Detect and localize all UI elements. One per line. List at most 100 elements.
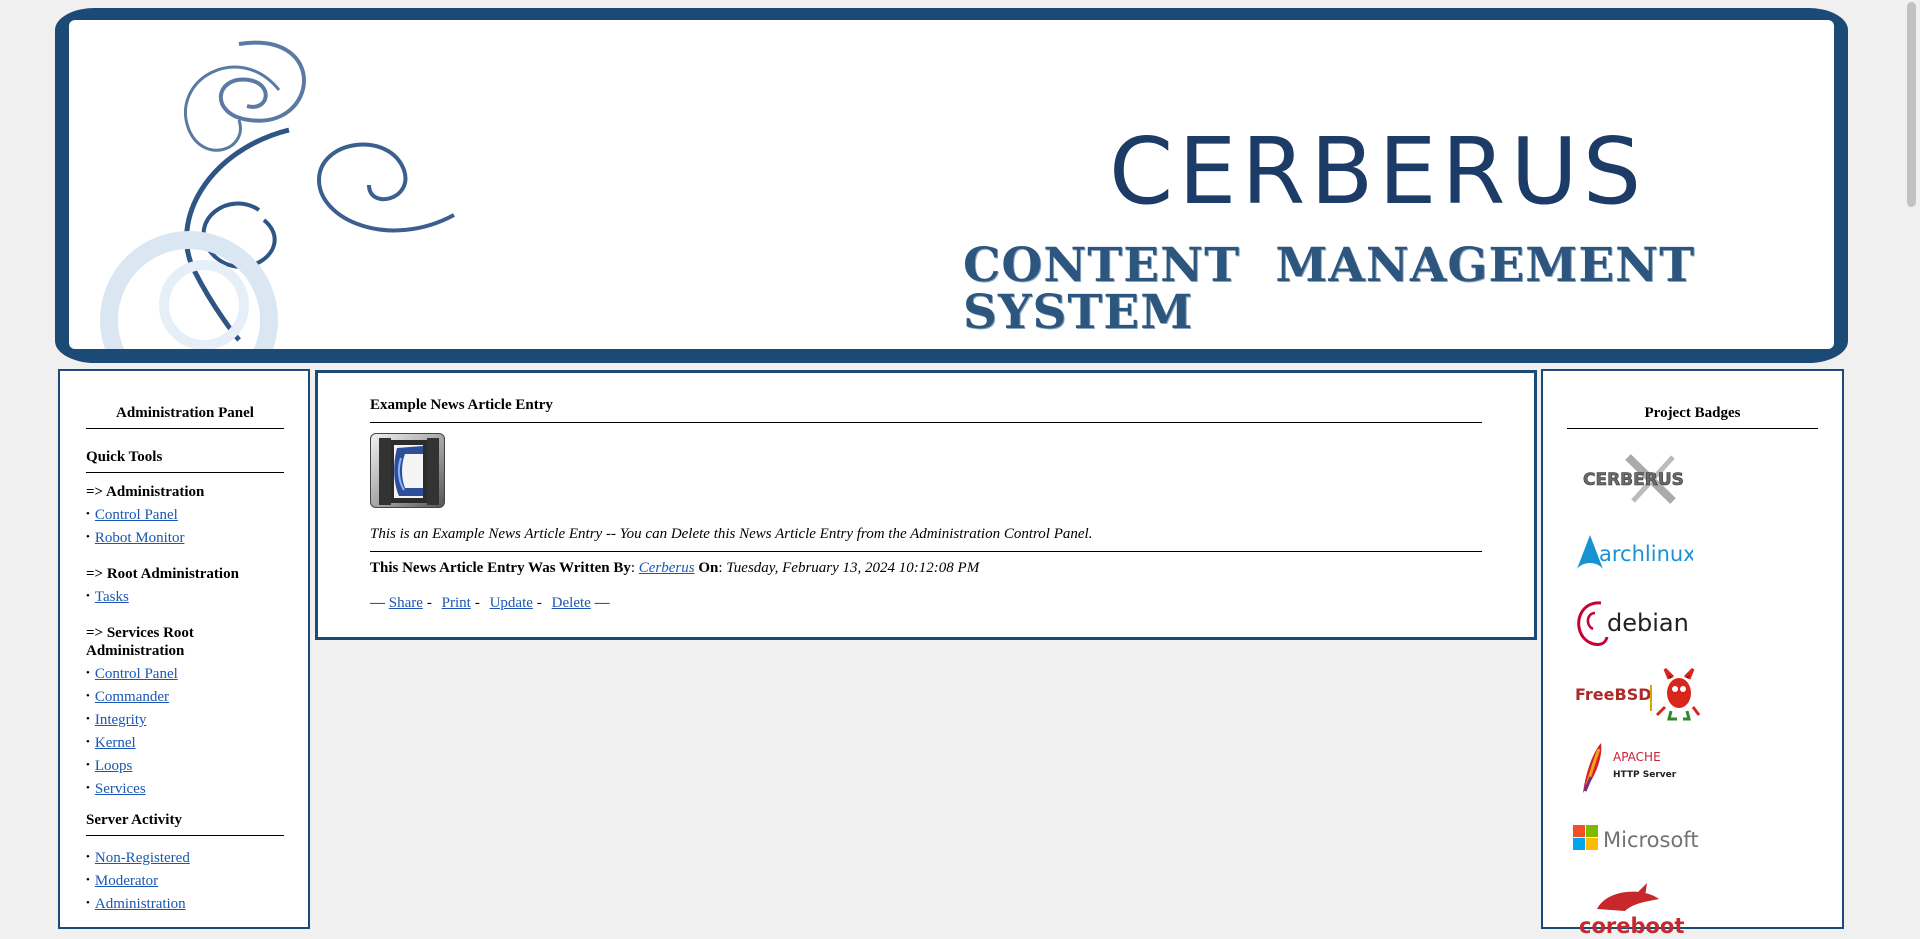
bullet-icon: • — [86, 590, 90, 602]
list-item: • Control Panel — [86, 503, 284, 526]
list-item: • Moderator — [86, 869, 284, 892]
link-services[interactable]: Services — [95, 781, 146, 797]
badge-text: CERBERUS — [1583, 470, 1684, 490]
list-item: • Commander — [86, 685, 284, 708]
cerberus-badge-icon: CERBERUS — [1583, 454, 1684, 504]
cerberus-c-icon — [370, 433, 445, 508]
link-list: • Control Panel • Commander • Integrity • Ke… — [86, 662, 284, 800]
group-services-root-administration: => Services Root Administration • Control… — [86, 624, 284, 800]
bullet-icon: • — [86, 736, 90, 748]
link-list: • Tasks — [86, 585, 284, 608]
list-item: • Administration — [86, 892, 284, 915]
swirl-logo-icon — [100, 40, 455, 349]
microsoft-logo-icon: Microsoft — [1573, 825, 1699, 852]
project-badges-panel: Project Badges CERBERUS archlinux debian — [1541, 369, 1844, 938]
link-kernel[interactable]: Kernel — [95, 735, 136, 751]
group-title-root-administration: => Root Administration — [86, 566, 239, 582]
link-services-control-panel[interactable]: Control Panel — [95, 666, 178, 682]
article-title: Example News Article Entry — [370, 397, 1482, 423]
group-administration: => Administration • Control Panel • Robot … — [86, 483, 284, 549]
badge-freebsd[interactable]: FreeBSD — [1573, 665, 1818, 723]
coreboot-hare-icon: coreboot — [1579, 883, 1684, 938]
project-badges-title: Project Badges — [1567, 405, 1818, 429]
arch-logo-icon: archlinux — [1577, 535, 1693, 569]
link-list: • Control Panel • Robot Monitor — [86, 503, 284, 549]
bullet-icon: • — [86, 782, 90, 794]
link-moderator[interactable]: Moderator — [95, 873, 158, 889]
link-loops[interactable]: Loops — [95, 758, 133, 774]
link-robot-monitor[interactable]: Robot Monitor — [95, 530, 185, 546]
author-link[interactable]: Cerberus — [639, 560, 695, 576]
article-body: This is an Example News Article Entry --… — [370, 526, 1482, 552]
group-root-administration: => Root Administration • Tasks — [86, 565, 284, 608]
badge-text: FreeBSD — [1575, 685, 1652, 704]
link-administration[interactable]: Administration — [95, 896, 186, 912]
separator: - — [426, 595, 432, 611]
share-link[interactable]: Share — [389, 595, 423, 611]
print-link[interactable]: Print — [442, 595, 471, 611]
bullet-icon: • — [86, 713, 90, 725]
apache-feather-icon: APACHE HTTP Server — [1583, 743, 1677, 793]
badge-subtext: HTTP Server — [1613, 770, 1677, 780]
badge-archlinux[interactable]: archlinux — [1573, 521, 1818, 579]
badge-text: Microsoft — [1603, 828, 1699, 852]
freebsd-daemon-icon: FreeBSD — [1575, 667, 1701, 721]
administration-panel-title: Administration Panel — [86, 405, 284, 429]
banner-subtitle: CONTENT MANAGEMENT SYSTEM — [963, 238, 1696, 340]
link-non-registered[interactable]: Non-Registered — [95, 850, 190, 866]
server-activity-title: Server Activity — [86, 812, 284, 836]
on-label: On — [698, 560, 719, 576]
bullet-icon: • — [86, 690, 90, 702]
list-item: • Robot Monitor — [86, 526, 284, 549]
list-item: • Control Panel — [86, 662, 284, 685]
bullet-icon: • — [86, 531, 90, 543]
bullet-icon: • — [86, 874, 90, 886]
link-tasks[interactable]: Tasks — [95, 589, 129, 605]
scrollbar-thumb[interactable] — [1907, 2, 1916, 207]
link-integrity[interactable]: Integrity — [95, 712, 147, 728]
link-commander[interactable]: Commander — [95, 689, 169, 705]
bullet-icon: • — [86, 851, 90, 863]
update-link[interactable]: Update — [490, 595, 533, 611]
bullet-icon: • — [86, 667, 90, 679]
delete-link[interactable]: Delete — [552, 595, 591, 611]
list-item: • Loops — [86, 754, 284, 777]
badge-text: debian — [1607, 609, 1689, 637]
administration-panel: Administration Panel Quick Tools => Admi… — [58, 369, 310, 929]
badge-debian[interactable]: debian — [1573, 593, 1818, 651]
article-date: Tuesday, February 13, 2024 10:12:08 PM — [726, 560, 980, 576]
written-by-label: This News Article Entry Was Written By — [370, 560, 631, 576]
badge-cerberus[interactable]: CERBERUS — [1573, 449, 1818, 507]
article-meta: This News Article Entry Was Written By: … — [370, 560, 980, 576]
quick-tools-title: Quick Tools — [86, 449, 284, 473]
badge-microsoft[interactable]: Microsoft — [1573, 809, 1818, 867]
separator: - — [536, 595, 542, 611]
badge-coreboot[interactable]: coreboot — [1573, 881, 1818, 939]
group-title-services-root-administration: => Services Root Administration — [86, 625, 194, 659]
bullet-icon: • — [86, 759, 90, 771]
banner-inner: CERBERUS CONTENT MANAGEMENT SYSTEM — [69, 20, 1834, 349]
dash-left: — — [370, 595, 385, 611]
cerberus-c-icon-graphic — [379, 438, 439, 505]
debian-swirl-icon: debian — [1577, 601, 1689, 646]
news-article-panel: Example News Article Entry This is an Ex… — [315, 370, 1537, 640]
scrollbar[interactable] — [1903, 0, 1920, 913]
list-item: • Kernel — [86, 731, 284, 754]
banner-title: CERBERUS — [1109, 118, 1647, 225]
badge-text: APACHE — [1613, 750, 1661, 764]
group-title-administration: => Administration — [86, 484, 205, 500]
bullet-icon: • — [86, 508, 90, 520]
server-activity-list: • Non-Registered • Moderator • Administrati… — [86, 846, 284, 915]
list-item: • Integrity — [86, 708, 284, 731]
dash-right: — — [594, 595, 610, 611]
badge-apache[interactable]: APACHE HTTP Server — [1573, 737, 1818, 795]
list-item: • Services — [86, 777, 284, 800]
article-actions: — Share - Print - Update - Delete — — [370, 595, 1482, 612]
separator: - — [474, 595, 480, 611]
badge-text: coreboot — [1579, 914, 1684, 938]
link-control-panel[interactable]: Control Panel — [95, 507, 178, 523]
list-item: • Non-Registered — [86, 846, 284, 869]
header-banner: CERBERUS CONTENT MANAGEMENT SYSTEM — [55, 8, 1848, 363]
bullet-icon: • — [86, 897, 90, 909]
badge-text: archlinux — [1599, 542, 1693, 566]
